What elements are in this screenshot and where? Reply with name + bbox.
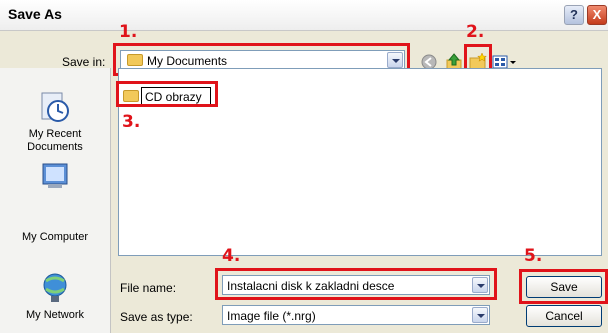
annotation-number-2: 2. [466, 22, 485, 42]
cancel-button[interactable]: Cancel [526, 305, 602, 327]
annotation-number-1: 1. [119, 22, 138, 42]
save-in-label: Save in: [62, 55, 106, 69]
file-name-label: File name: [120, 281, 177, 295]
help-button[interactable]: ? [564, 5, 584, 25]
place-label-my-network: My Network [25, 309, 85, 321]
save-as-dialog: Save As ? X Save in: My Documents 1. 2. … [0, 0, 608, 333]
save-as-type-dropdown-arrow[interactable] [472, 307, 488, 323]
save-as-type-label: Save as type: [120, 310, 193, 324]
place-label-my-computer: My Computer [21, 231, 89, 243]
title-bar: Save As ? X [0, 0, 608, 31]
place-my-recent-documents[interactable]: My Recent Documents [0, 90, 110, 154]
highlight-box-4 [215, 268, 497, 300]
places-bar: My Recent Documents My Computer My Netwo… [0, 68, 111, 333]
annotation-number-5: 5. [524, 246, 543, 266]
place-my-network[interactable]: My Network [0, 271, 110, 322]
place-my-computer[interactable]: My Computer [0, 231, 110, 244]
annotation-number-4: 4. [222, 246, 241, 266]
annotation-number-3: 3. [122, 112, 141, 132]
desktop-icon [38, 160, 72, 194]
close-button[interactable]: X [587, 5, 607, 25]
my-network-icon [38, 271, 72, 305]
save-as-type-select[interactable]: Image file (*.nrg) [222, 305, 490, 325]
highlight-box-5 [519, 269, 608, 304]
dialog-title: Save As [8, 6, 62, 22]
place-label-recent: My Recent Documents [27, 128, 83, 153]
highlight-box-3 [116, 81, 218, 107]
save-as-type-value: Image file (*.nrg) [227, 309, 316, 323]
recent-documents-icon [38, 90, 72, 124]
place-desktop[interactable] [0, 160, 110, 198]
